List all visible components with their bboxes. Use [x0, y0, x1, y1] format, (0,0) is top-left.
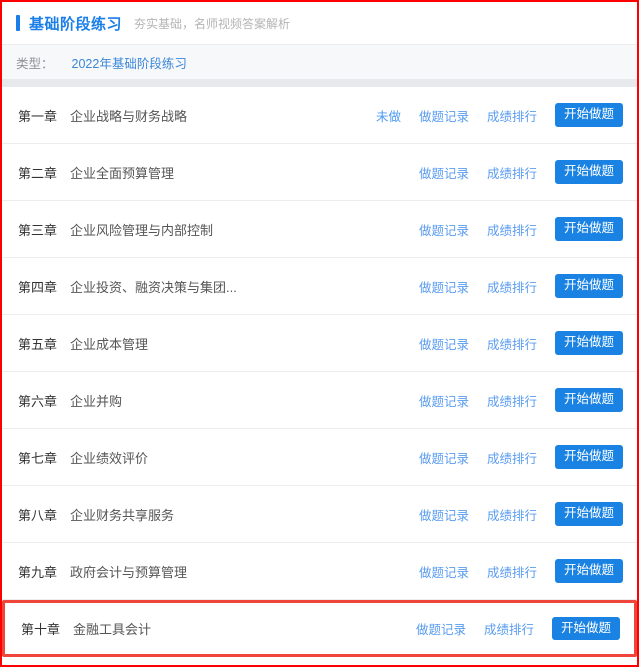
- chapter-title: 金融工具会计: [73, 622, 152, 637]
- chapter-title: 企业全面预算管理: [70, 165, 175, 181]
- chapter-actions: 做题记录 成绩排行 开始做题: [419, 217, 623, 241]
- chapter-actions: 做题记录 成绩排行 开始做题: [419, 388, 623, 412]
- practice-record-link[interactable]: 做题记录: [419, 106, 469, 125]
- start-practice-button[interactable]: 开始做题: [554, 103, 623, 127]
- score-ranking-link[interactable]: 成绩排行: [487, 220, 537, 239]
- chapter-title: 企业财务共享服务: [70, 507, 175, 523]
- chapter-number: 第十章: [21, 622, 61, 637]
- chapter-list: 第一章 企业战略与财务战略 未做 做题记录 成绩排行 开始做题 第二章 企业全面预算管理 做题记…: [2, 87, 637, 657]
- page-title: 基础阶段练习: [29, 15, 123, 33]
- chapter-number: 第二章: [18, 165, 58, 181]
- start-practice-button[interactable]: 开始做题: [554, 160, 623, 184]
- score-ranking-link[interactable]: 成绩排行: [487, 277, 537, 296]
- chapter-row[interactable]: 第五章 企业成本管理 做题记录 成绩排行 开始做题: [2, 315, 637, 372]
- chapter-title: 企业成本管理: [70, 336, 149, 352]
- section-divider: [2, 79, 637, 87]
- chapter-title: 企业风险管理与内部控制: [70, 222, 214, 238]
- score-ranking-link[interactable]: 成绩排行: [487, 505, 537, 524]
- chapter-actions: 做题记录 成绩排行 开始做题: [419, 559, 623, 583]
- chapter-title: 企业并购: [70, 393, 123, 409]
- chapter-title: 企业投资、融资决策与集团...: [70, 279, 237, 295]
- chapter-number: 第一章: [18, 108, 58, 124]
- type-filter-bar: 类型： 2022年基础阶段练习: [2, 45, 637, 79]
- practice-record-link[interactable]: 做题记录: [416, 619, 466, 638]
- practice-record-link[interactable]: 做题记录: [419, 448, 469, 467]
- page-subtitle: 夯实基础，名师视频答案解析: [134, 16, 291, 31]
- start-practice-button[interactable]: 开始做题: [554, 559, 623, 583]
- chapter-actions: 做题记录 成绩排行 开始做题: [416, 616, 620, 641]
- start-practice-button[interactable]: 开始做题: [554, 331, 623, 355]
- page-header: 基础阶段练习 夯实基础，名师视频答案解析: [2, 2, 637, 45]
- practice-record-link[interactable]: 做题记录: [419, 220, 469, 239]
- chapter-actions: 未做 做题记录 成绩排行 开始做题: [376, 103, 623, 127]
- practice-record-link[interactable]: 做题记录: [419, 163, 469, 182]
- chapter-row[interactable]: 第十章 金融工具会计 做题记录 成绩排行 开始做题: [2, 600, 637, 657]
- start-practice-button[interactable]: 开始做题: [554, 445, 623, 469]
- chapter-number: 第八章: [18, 507, 58, 523]
- start-practice-button[interactable]: 开始做题: [551, 616, 620, 641]
- score-ranking-link[interactable]: 成绩排行: [487, 448, 537, 467]
- chapter-number: 第四章: [18, 279, 58, 295]
- chapter-row[interactable]: 第七章 企业绩效评价 做题记录 成绩排行 开始做题: [2, 429, 637, 486]
- chapter-row[interactable]: 第三章 企业风险管理与内部控制 做题记录 成绩排行 开始做题: [2, 201, 637, 258]
- chapter-number: 第九章: [18, 564, 58, 580]
- chapter-title: 政府会计与预算管理: [70, 564, 188, 580]
- start-practice-button[interactable]: 开始做题: [554, 502, 623, 526]
- start-practice-button[interactable]: 开始做题: [554, 274, 623, 298]
- chapter-row[interactable]: 第六章 企业并购 做题记录 成绩排行 开始做题: [2, 372, 637, 429]
- score-ranking-link[interactable]: 成绩排行: [487, 334, 537, 353]
- practice-record-link[interactable]: 做题记录: [419, 505, 469, 524]
- chapter-row[interactable]: 第四章 企业投资、融资决策与集团... 做题记录 成绩排行 开始做题: [2, 258, 637, 315]
- chapter-number: 第五章: [18, 336, 58, 352]
- practice-page: 基础阶段练习 夯实基础，名师视频答案解析 类型： 2022年基础阶段练习 第一章…: [0, 0, 639, 667]
- score-ranking-link[interactable]: 成绩排行: [487, 163, 537, 182]
- chapter-actions: 做题记录 成绩排行 开始做题: [419, 274, 623, 298]
- score-ranking-link[interactable]: 成绩排行: [487, 562, 537, 581]
- start-practice-button[interactable]: 开始做题: [554, 217, 623, 241]
- chapter-row[interactable]: 第二章 企业全面预算管理 做题记录 成绩排行 开始做题: [2, 144, 637, 201]
- chapter-number: 第六章: [18, 393, 58, 409]
- score-ranking-link[interactable]: 成绩排行: [487, 391, 537, 410]
- chapter-title: 企业战略与财务战略: [70, 108, 188, 124]
- chapter-actions: 做题记录 成绩排行 开始做题: [419, 331, 623, 355]
- accent-bar-icon: [16, 15, 20, 31]
- practice-record-link[interactable]: 做题记录: [419, 277, 469, 296]
- score-ranking-link[interactable]: 成绩排行: [487, 106, 537, 125]
- practice-record-link[interactable]: 做题记录: [419, 562, 469, 581]
- chapter-actions: 做题记录 成绩排行 开始做题: [419, 502, 623, 526]
- practice-record-link[interactable]: 做题记录: [419, 334, 469, 353]
- type-filter-label: 类型：: [16, 56, 54, 71]
- status-badge: 未做: [375, 109, 401, 124]
- chapter-row[interactable]: 第一章 企业战略与财务战略 未做 做题记录 成绩排行 开始做题: [2, 87, 637, 144]
- chapter-row[interactable]: 第九章 政府会计与预算管理 做题记录 成绩排行 开始做题: [2, 543, 637, 600]
- chapter-actions: 做题记录 成绩排行 开始做题: [419, 445, 623, 469]
- practice-record-link[interactable]: 做题记录: [419, 391, 469, 410]
- score-ranking-link[interactable]: 成绩排行: [484, 619, 534, 638]
- start-practice-button[interactable]: 开始做题: [554, 388, 623, 412]
- chapter-number: 第三章: [18, 222, 58, 238]
- chapter-number: 第七章: [18, 450, 58, 466]
- chapter-row[interactable]: 第八章 企业财务共享服务 做题记录 成绩排行 开始做题: [2, 486, 637, 543]
- type-filter-option-2022[interactable]: 2022年基础阶段练习: [72, 53, 187, 72]
- chapter-actions: 做题记录 成绩排行 开始做题: [419, 160, 623, 184]
- chapter-title: 企业绩效评价: [70, 450, 149, 466]
